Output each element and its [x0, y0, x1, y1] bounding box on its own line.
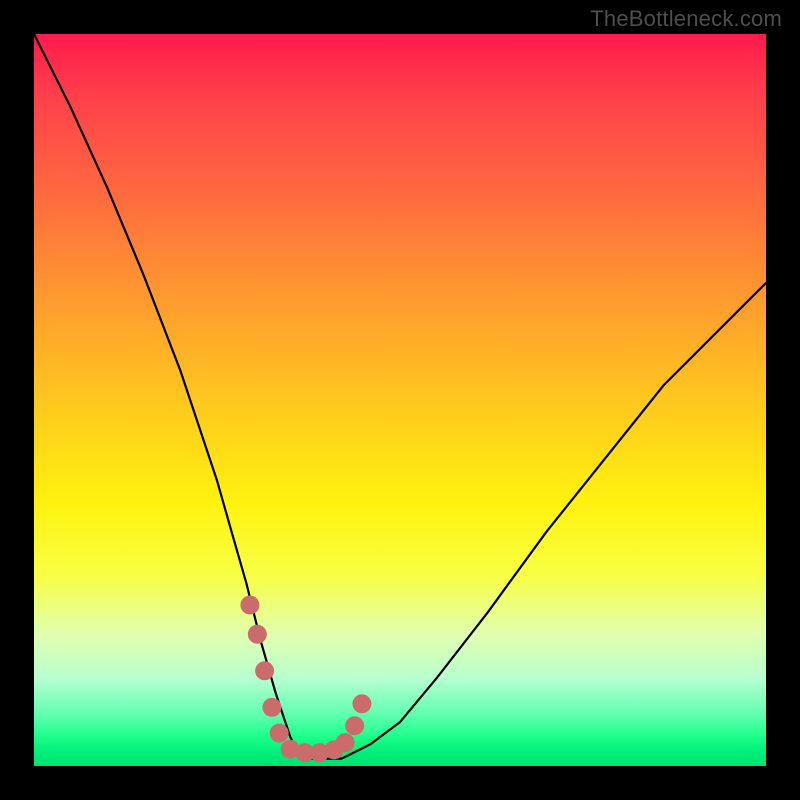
watermark-label: TheBottleneck.com — [590, 6, 782, 32]
highlight-dot — [255, 661, 274, 680]
highlight-dot — [262, 698, 281, 717]
plot-area — [34, 34, 766, 766]
highlight-dots-group — [240, 596, 371, 763]
highlight-dot — [270, 724, 289, 743]
chart-frame: TheBottleneck.com — [0, 0, 800, 800]
highlight-dot — [336, 733, 355, 752]
highlight-dot — [240, 596, 259, 615]
highlight-dot — [248, 625, 267, 644]
highlight-dot — [345, 716, 364, 735]
bottleneck-curve-path — [34, 34, 766, 759]
highlight-dot — [352, 694, 371, 713]
curve-path-group — [34, 34, 766, 759]
curve-svg — [34, 34, 766, 766]
